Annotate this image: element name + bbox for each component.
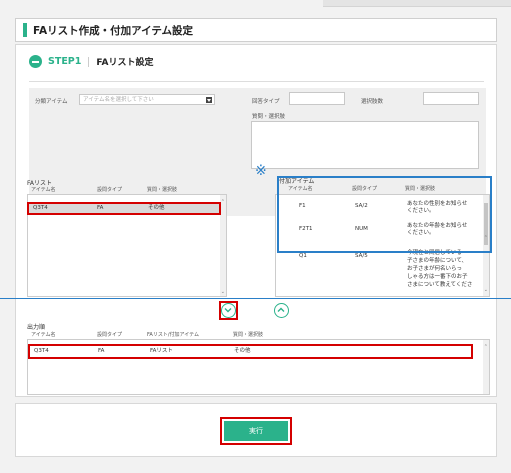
- additional-items-highlight: [277, 176, 492, 253]
- chevron-down-icon: [206, 97, 212, 103]
- fa-list-cell-type: FA: [97, 205, 104, 211]
- move-down-highlight: [219, 301, 238, 320]
- answer-type-input[interactable]: [289, 92, 345, 105]
- output-cell-name: Q3T4: [34, 348, 49, 354]
- annotation-marker: ※: [255, 163, 267, 179]
- answer-type-label: 回答タイプ: [252, 99, 280, 105]
- scroll-up-icon[interactable]: ⌃: [484, 344, 488, 350]
- page-title-bar: FAリスト作成・付加アイテム設定: [15, 18, 497, 42]
- category-item-label: 分類アイテム: [35, 99, 68, 105]
- output-row-selected[interactable]: Q3T4 FA FAリスト その他: [28, 344, 473, 359]
- run-button[interactable]: 実行: [224, 421, 288, 441]
- output-header-question: 質問・選択肢: [233, 332, 264, 338]
- question-label: 質問・選択肢: [252, 114, 286, 120]
- step-separator: [88, 56, 90, 67]
- choice-count-input[interactable]: [423, 92, 479, 105]
- annotation-line: [0, 298, 511, 299]
- top-strip: [323, 0, 511, 7]
- category-item-placeholder: アイテム名を選択して下さい: [83, 97, 154, 103]
- additional-cell-question: しゃる方は一番下のお子: [407, 274, 468, 280]
- title-accent-bar: [23, 23, 27, 37]
- choice-count-label: 選択肢数: [361, 99, 384, 105]
- output-header-name: アイテム名: [31, 332, 56, 338]
- output-cell-source: FAリスト: [150, 348, 173, 354]
- question-textarea[interactable]: [251, 121, 479, 169]
- fa-list-cell-name: Q3T4: [33, 205, 48, 211]
- step-header: STEP1 FAリスト設定: [29, 55, 153, 68]
- step-label: FAリスト設定: [96, 58, 154, 68]
- fa-list-cell-question: その他: [148, 205, 165, 211]
- scroll-down-icon[interactable]: ⌄: [221, 289, 225, 295]
- output-cell-question: その他: [234, 348, 251, 354]
- divider: [29, 81, 484, 82]
- fa-list-header-type: 設問タイプ: [97, 187, 123, 193]
- fa-list-header-name: アイテム名: [31, 187, 56, 193]
- additional-cell-name: Q1: [299, 253, 307, 259]
- additional-cell-type: SA/5: [355, 253, 368, 259]
- output-order-label: 出力順: [27, 324, 46, 331]
- category-item-select[interactable]: アイテム名を選択して下さい: [79, 94, 215, 105]
- output-header-type: 設問タイプ: [97, 332, 123, 338]
- additional-cell-question: さまについて教えてくださ: [407, 282, 473, 288]
- scroll-down-icon[interactable]: ⌄: [484, 287, 488, 293]
- additional-cell-question: お子さまが何名いらっ: [407, 266, 463, 272]
- scroll-up-icon[interactable]: ⌃: [221, 199, 225, 205]
- output-header-source: FAリスト/付加アイテム: [147, 332, 200, 338]
- output-cell-type: FA: [98, 348, 105, 354]
- fa-list-header-question: 質問・選択肢: [147, 187, 178, 193]
- step-number: STEP1: [48, 56, 82, 67]
- page-title: FAリスト作成・付加アイテム設定: [33, 24, 194, 37]
- footer-panel: 実行: [15, 403, 497, 457]
- additional-cell-question: 子さまの年齢について、: [407, 258, 468, 264]
- fa-list-row-selected[interactable]: Q3T4 FA その他: [27, 202, 221, 215]
- step1-panel: STEP1 FAリスト設定 分類アイテム アイテム名を選択して下さい 回答タイプ…: [15, 44, 497, 397]
- collapse-icon[interactable]: [29, 55, 42, 68]
- move-up-button[interactable]: [274, 303, 289, 318]
- chevron-up-icon: [277, 307, 285, 312]
